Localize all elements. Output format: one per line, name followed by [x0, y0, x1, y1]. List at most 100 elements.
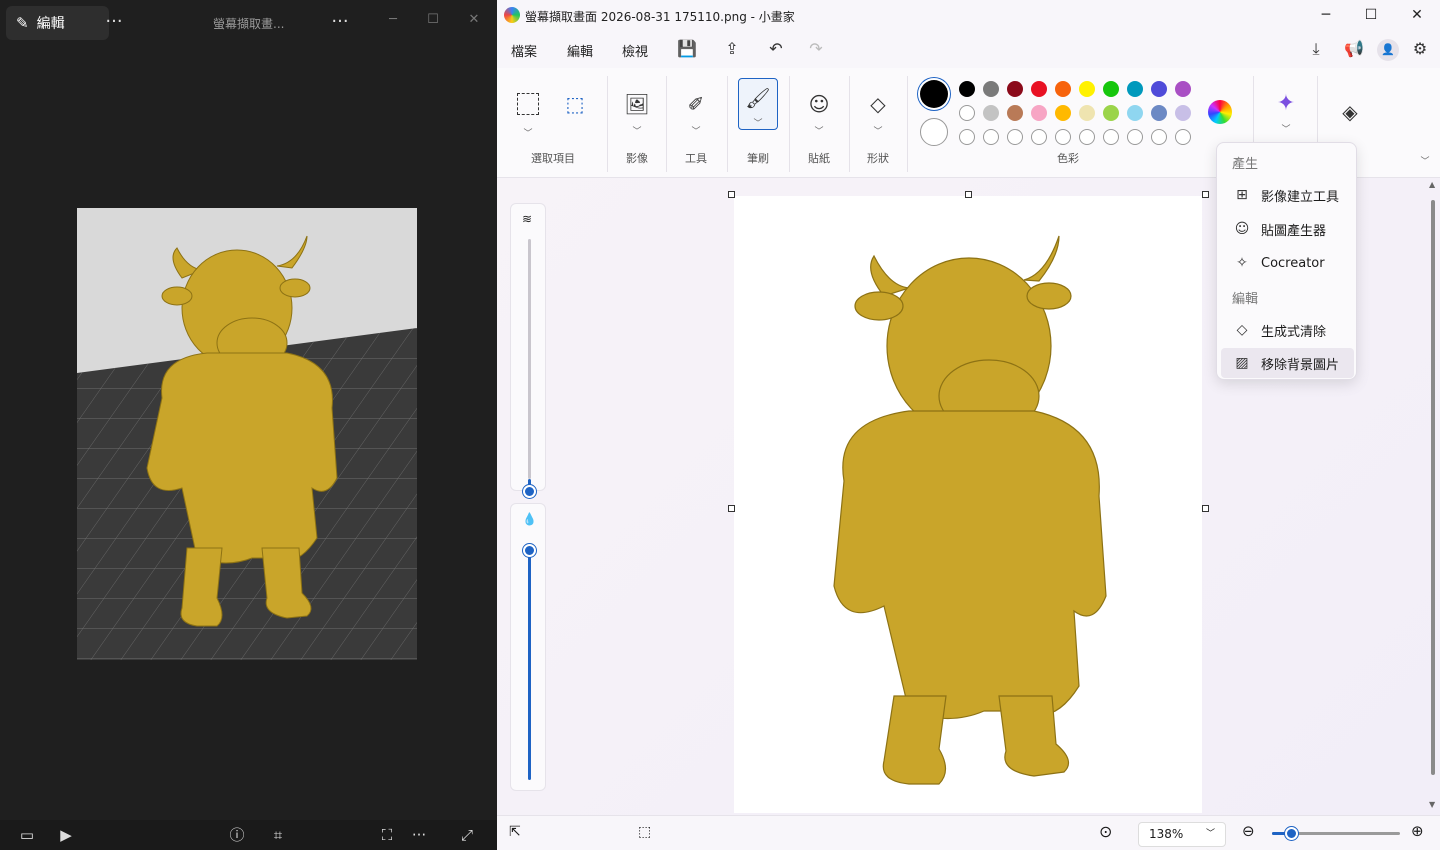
tools-icon[interactable]: ✐ [680, 88, 712, 120]
info-icon[interactable]: ⓘ [227, 825, 247, 845]
fit-screen-icon[interactable]: ⛶ [377, 825, 397, 845]
fit-to-window-icon[interactable]: ⊙ [1099, 822, 1112, 841]
color-swatch[interactable] [1175, 81, 1191, 97]
slideshow-icon[interactable]: ▶ [56, 825, 76, 845]
copilot-chevron-icon[interactable]: ﹀ [1280, 122, 1292, 135]
edit-button[interactable]: ✎ 編輯 [6, 6, 109, 40]
custom-color-slot[interactable] [1031, 129, 1047, 145]
text-extract-icon[interactable]: ⌗ [268, 825, 288, 845]
color-swatch[interactable] [1079, 105, 1095, 121]
fullscreen-icon[interactable]: ⤢ [457, 825, 477, 845]
settings-gear-icon[interactable]: ⚙ [1409, 38, 1431, 60]
color-swatch[interactable] [1007, 81, 1023, 97]
color-swatch[interactable] [983, 81, 999, 97]
color-swatch[interactable] [983, 105, 999, 121]
scrollbar-thumb[interactable] [1431, 200, 1435, 775]
menu-image-creator[interactable]: ⊞ 影像建立工具 [1221, 180, 1354, 210]
photos-minimize-button[interactable]: ─ [383, 10, 403, 30]
scroll-down-icon[interactable]: ▼ [1429, 800, 1435, 809]
menu-generative-erase[interactable]: ◇ 生成式清除 [1221, 315, 1354, 345]
brush-size-track[interactable] [528, 239, 531, 479]
rectangle-select-icon[interactable] [517, 93, 539, 115]
resize-handle[interactable] [728, 191, 735, 198]
vertical-scrollbar[interactable]: ▲ ▼ [1429, 180, 1437, 810]
custom-color-slot[interactable] [983, 129, 999, 145]
shapes-chevron-icon[interactable]: ﹀ [872, 124, 884, 137]
custom-color-slot[interactable] [1175, 129, 1191, 145]
zoom-slider-knob[interactable] [1285, 827, 1298, 840]
menu-view[interactable]: 檢視 [622, 41, 648, 60]
ribbon-collapse-chevron-icon[interactable]: ﹀ [1419, 154, 1431, 167]
menu-sticker-generator[interactable]: ☺ 貼圖產生器 [1221, 214, 1354, 244]
zoom-out-icon[interactable]: ⊖ [1242, 822, 1255, 840]
bottom-more-button[interactable]: ··· [409, 825, 429, 845]
color-swatch[interactable] [1151, 81, 1167, 97]
selection-chevron-icon[interactable]: ﹀ [522, 126, 534, 139]
image-chevron-icon[interactable]: ﹀ [631, 124, 643, 137]
stickers-chevron-icon[interactable]: ﹀ [813, 124, 825, 137]
custom-color-slot[interactable] [1007, 129, 1023, 145]
paint-maximize-button[interactable]: ☐ [1361, 5, 1381, 25]
zoom-level-select[interactable]: 138% ﹀ [1138, 822, 1226, 847]
filmstrip-icon[interactable]: ▭ [17, 825, 37, 845]
brush-size-slider-knob[interactable] [523, 485, 536, 498]
resize-handle[interactable] [1202, 505, 1209, 512]
primary-color-swatch[interactable] [920, 80, 948, 108]
color-swatch[interactable] [1127, 81, 1143, 97]
resize-handle[interactable] [728, 505, 735, 512]
color-swatch[interactable] [1007, 105, 1023, 121]
color-swatch[interactable] [1103, 81, 1119, 97]
color-swatch[interactable] [1103, 105, 1119, 121]
share-icon[interactable]: ⇪ [721, 38, 743, 60]
shapes-icon[interactable]: ◇ [862, 88, 894, 120]
color-swatch[interactable] [959, 105, 975, 121]
undo-icon[interactable]: ↶ [765, 38, 787, 60]
color-swatch[interactable] [1079, 81, 1095, 97]
custom-color-slot[interactable] [959, 129, 975, 145]
opacity-slider-knob[interactable] [523, 544, 536, 557]
custom-color-slot[interactable] [1127, 129, 1143, 145]
sticker-icon[interactable]: ☺ [803, 88, 835, 120]
color-swatch[interactable] [1127, 105, 1143, 121]
color-swatch[interactable] [1031, 105, 1047, 121]
custom-color-slot[interactable] [1079, 129, 1095, 145]
scroll-up-icon[interactable]: ▲ [1429, 180, 1435, 189]
photos-maximize-button[interactable]: ☐ [423, 10, 443, 30]
image-icon[interactable]: 🖼 [621, 88, 653, 120]
tools-chevron-icon[interactable]: ﹀ [690, 124, 702, 137]
ribbon-group-stickers: ☺ ﹀ 貼紙 [790, 76, 848, 176]
copilot-icon[interactable]: ✦ [1270, 88, 1302, 120]
menu-cocreator[interactable]: ✧ Cocreator [1221, 248, 1354, 278]
redo-icon[interactable]: ↷ [805, 38, 827, 60]
custom-color-slot[interactable] [1055, 129, 1071, 145]
color-swatch[interactable] [1151, 105, 1167, 121]
color-swatch[interactable] [1055, 105, 1071, 121]
title-more-button[interactable]: ··· [326, 8, 354, 36]
color-swatch[interactable] [1175, 105, 1191, 121]
menu-edit[interactable]: 編輯 [567, 41, 593, 60]
download-update-icon[interactable]: ⤓ [1305, 38, 1327, 60]
free-select-icon[interactable]: ⬚ [559, 88, 591, 120]
edit-colors-wheel-icon[interactable] [1208, 100, 1232, 124]
resize-handle[interactable] [1202, 191, 1209, 198]
more-options-button[interactable]: ··· [100, 8, 128, 36]
paint-minimize-button[interactable]: ─ [1316, 5, 1336, 25]
color-swatch[interactable] [959, 81, 975, 97]
photos-close-button[interactable]: ✕ [464, 10, 484, 30]
zoom-in-icon[interactable]: ⊕ [1411, 822, 1424, 840]
menu-remove-background[interactable]: ▨ 移除背景圖片 [1221, 348, 1354, 378]
custom-color-slot[interactable] [1151, 129, 1167, 145]
color-swatch[interactable] [1031, 81, 1047, 97]
save-icon[interactable]: 💾 [676, 38, 698, 60]
drawing-canvas[interactable] [734, 196, 1202, 813]
color-swatch[interactable] [1055, 81, 1071, 97]
announcement-icon[interactable]: 📢 [1343, 38, 1365, 60]
menu-file[interactable]: 檔案 [511, 41, 537, 60]
paint-close-button[interactable]: ✕ [1407, 5, 1427, 25]
secondary-color-swatch[interactable] [920, 118, 948, 146]
account-avatar[interactable]: 👤 [1377, 39, 1399, 61]
custom-color-slot[interactable] [1103, 129, 1119, 145]
resize-handle[interactable] [965, 191, 972, 198]
layers-icon[interactable]: ◈ [1334, 96, 1366, 128]
opacity-track[interactable] [528, 548, 531, 780]
